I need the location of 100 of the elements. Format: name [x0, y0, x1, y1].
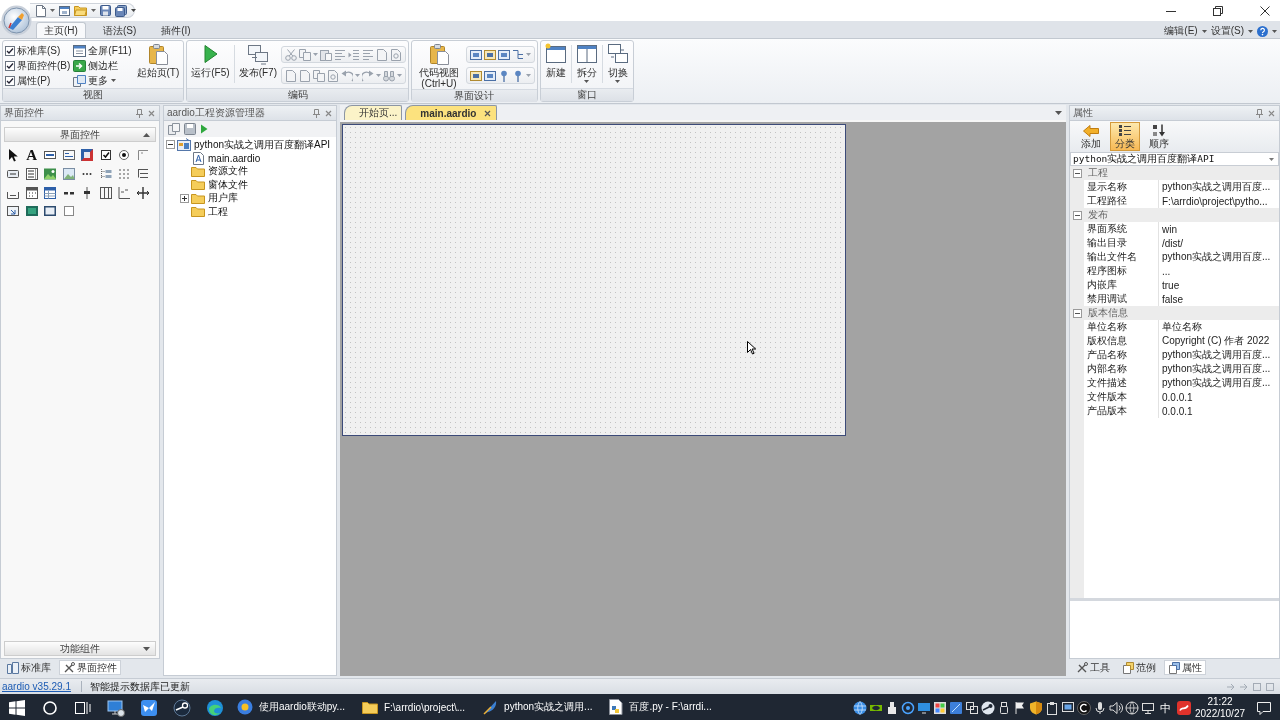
taskbar-button[interactable]: python实战之调用... — [476, 694, 599, 720]
document-tab[interactable]: 开始页... — [344, 105, 403, 120]
help-icon[interactable] — [1257, 25, 1268, 37]
window-icon[interactable] — [59, 5, 70, 16]
logo-tile-icon[interactable] — [1176, 701, 1191, 715]
ribbon-button[interactable]: 全屏(F11) — [72, 43, 133, 58]
split-square-icon[interactable] — [80, 148, 95, 163]
close-icon[interactable] — [1260, 5, 1270, 16]
restore-icon[interactable] — [1213, 5, 1223, 16]
computer-icon[interactable] — [106, 699, 125, 717]
text-tool[interactable]: A — [26, 147, 38, 163]
microphone-icon[interactable] — [1093, 701, 1107, 715]
checkbox[interactable] — [5, 60, 15, 71]
chevron-up-icon[interactable] — [143, 133, 150, 137]
splitter-icon[interactable] — [135, 185, 150, 200]
checkbox[interactable] — [5, 45, 15, 56]
folder-icon[interactable] — [74, 5, 87, 16]
property-value[interactable]: 单位名称 — [1158, 320, 1279, 334]
network-globe-icon[interactable] — [1125, 701, 1139, 715]
checkbox-tool-icon[interactable] — [98, 148, 113, 163]
columns-icon[interactable] — [98, 185, 113, 200]
round-logo-icon[interactable] — [981, 701, 995, 715]
expand-icon[interactable] — [180, 193, 189, 203]
panel-icon[interactable] — [43, 204, 58, 219]
window-frame-icon[interactable] — [483, 69, 496, 82]
pin-icon[interactable] — [313, 108, 320, 118]
property-value[interactable]: 0.0.0.1 — [1158, 404, 1279, 418]
panel-tab[interactable]: 标准库 — [3, 660, 55, 675]
tab-list-caret-icon[interactable] — [1055, 110, 1062, 115]
ribbon-button[interactable]: 拆分 — [573, 42, 600, 83]
window-frame-icon[interactable] — [469, 69, 482, 82]
ribbon-tab[interactable]: 语法(S) — [94, 22, 145, 38]
wave-logo-icon[interactable] — [205, 699, 224, 717]
window-frame-icon[interactable] — [483, 48, 496, 61]
ime-indicator[interactable]: 中 — [1156, 700, 1175, 716]
tree-item[interactable]: 窗体文件 — [207, 177, 249, 192]
ribbon-button[interactable]: 更多 — [72, 73, 110, 88]
new-file-icon[interactable] — [36, 4, 46, 17]
menu-button[interactable]: 设置(S) — [1210, 24, 1244, 38]
ribbon-button[interactable]: 新建 — [542, 42, 569, 78]
panel-tab[interactable]: 工具 — [1072, 660, 1114, 675]
save-icon[interactable] — [100, 5, 111, 16]
collapse-icon[interactable] — [166, 140, 175, 150]
ribbon-button[interactable]: 代码视图 (Ctrl+U) — [413, 42, 464, 89]
property-value[interactable]: python实战之调用百度... — [1158, 348, 1279, 362]
bird-app-icon[interactable] — [139, 699, 158, 717]
clock-date[interactable]: 2022/10/27 — [1194, 708, 1246, 720]
ribbon-button[interactable]: 发布(F7) — [236, 42, 279, 78]
chevron-down-icon[interactable] — [143, 647, 150, 651]
pin-icon[interactable] — [1256, 108, 1263, 118]
close-icon[interactable] — [484, 109, 492, 117]
color-grid-icon[interactable] — [933, 701, 947, 715]
clipboard-icon[interactable] — [1045, 701, 1059, 715]
toolbar-button[interactable]: 分类 — [1110, 122, 1140, 151]
task-view-icon[interactable] — [74, 700, 91, 716]
property-value[interactable]: python实战之调用百度... — [1158, 250, 1279, 264]
start-icon[interactable] — [8, 700, 25, 716]
group-box-icon[interactable] — [61, 148, 76, 163]
tree-item[interactable]: 用户库 — [207, 191, 239, 206]
caret-icon[interactable] — [131, 9, 136, 12]
checkbox[interactable] — [5, 75, 15, 86]
property-value[interactable]: 0.0.0.1 — [1158, 390, 1279, 404]
tree-item[interactable]: 资源文件 — [207, 164, 249, 179]
property-value[interactable]: win — [1158, 222, 1279, 236]
panel-tab[interactable]: 界面控件 — [59, 660, 121, 675]
toolbar-button[interactable]: 顺序 — [1144, 122, 1174, 151]
property-value[interactable]: ... — [1158, 264, 1279, 278]
ribbon-button[interactable]: 运行(F5) — [189, 42, 232, 78]
ribbon-tab[interactable]: 插件(I) — [153, 22, 199, 38]
property-value[interactable]: python实战之调用百度... — [1158, 376, 1279, 390]
version-link[interactable]: aardio v35.29.1 — [2, 681, 71, 692]
table-icon[interactable] — [43, 185, 58, 200]
document-tab[interactable]: main.aardio — [405, 105, 498, 120]
property-value[interactable]: python实战之调用百度... — [1158, 362, 1279, 376]
toolbar-button[interactable]: 添加 — [1076, 122, 1106, 151]
object-dropdown[interactable]: python实战之调用百度翻译API — [1070, 152, 1279, 166]
notification-icon[interactable] — [1257, 701, 1271, 715]
piston-logo-icon[interactable] — [172, 699, 191, 717]
ribbon-button[interactable]: 起始页(T) — [134, 42, 182, 78]
overlap-squares-icon[interactable] — [965, 701, 979, 715]
taskbar-button[interactable]: 百度.py - F:\arrdi... — [603, 694, 718, 720]
property-value[interactable]: true — [1158, 278, 1279, 292]
window-frame-icon[interactable] — [497, 48, 510, 61]
circle-logo-icon[interactable] — [1077, 701, 1091, 715]
save-all-icon[interactable] — [115, 4, 127, 17]
taskbar-button[interactable]: F:\arrdio\project\... — [355, 694, 472, 720]
app-tile-icon[interactable] — [949, 701, 963, 715]
ribbon-button[interactable]: 侧边栏 — [72, 58, 120, 73]
ring-icon[interactable] — [42, 701, 57, 715]
globe-icon[interactable] — [853, 701, 867, 715]
target-icon[interactable] — [901, 701, 915, 715]
network-monitor-icon[interactable] — [1141, 701, 1155, 715]
collapse-icon[interactable] — [1072, 168, 1082, 178]
collapse-icon[interactable] — [1072, 308, 1082, 318]
new-pages-icon[interactable] — [168, 123, 180, 135]
calendar-icon[interactable] — [24, 185, 39, 200]
chart-axis-icon[interactable] — [117, 185, 132, 200]
taskbar-button[interactable]: 使用aardio联动py... — [231, 694, 351, 720]
radio-button-icon[interactable] — [117, 148, 132, 163]
list-box-icon[interactable] — [24, 167, 39, 182]
